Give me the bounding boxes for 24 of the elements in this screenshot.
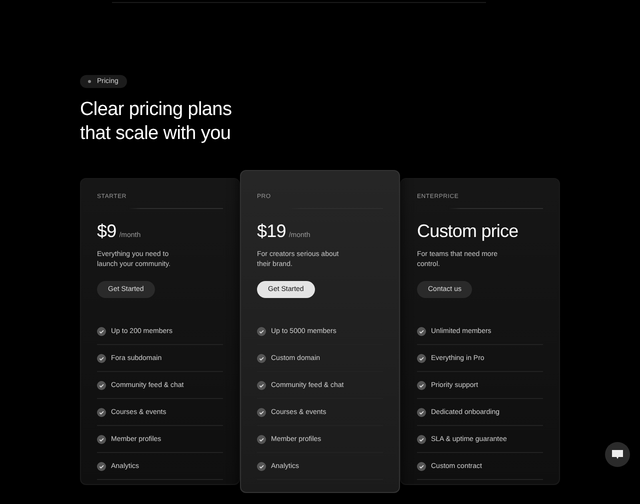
- check-icon: [257, 380, 266, 390]
- check-icon: [257, 434, 266, 444]
- chat-icon: [611, 449, 624, 460]
- check-icon: [97, 434, 106, 444]
- check-icon: [97, 326, 106, 336]
- plan-price: $19: [257, 221, 286, 242]
- plan-price: Custom price: [417, 221, 518, 242]
- chat-button[interactable]: [605, 442, 630, 467]
- check-icon: [97, 462, 106, 470]
- check-icon: [257, 354, 266, 362]
- check-icon: [97, 408, 106, 416]
- check-icon: [257, 462, 266, 470]
- check-icon: [257, 326, 266, 336]
- section-title: Clear pricing plans that scale with you: [80, 98, 233, 146]
- check-icon: [417, 408, 426, 416]
- check-icon: [417, 354, 426, 362]
- check-icon: [257, 408, 266, 416]
- check-icon: [417, 462, 426, 470]
- check-icon: [97, 380, 106, 390]
- plan-price: $9: [97, 221, 116, 242]
- check-icon: [417, 434, 426, 444]
- check-icon: [97, 354, 106, 362]
- check-icon: [417, 326, 426, 336]
- check-icon: [417, 380, 426, 390]
